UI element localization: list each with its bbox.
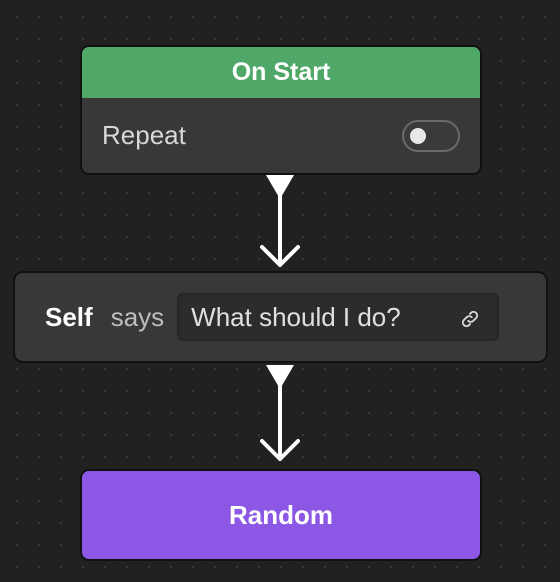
repeat-label: Repeat [102, 120, 186, 150]
repeat-toggle[interactable] [402, 119, 460, 152]
random-node[interactable]: Random [80, 469, 482, 561]
arrow-down-icon[interactable] [250, 173, 310, 273]
on-start-header[interactable]: On Start [82, 47, 480, 98]
toggle-knob [410, 127, 426, 144]
on-start-body: Repeat [82, 98, 480, 173]
arrow-down-icon[interactable] [250, 363, 310, 463]
link-icon[interactable] [459, 308, 481, 330]
say-verb: says [110, 301, 165, 332]
on-start-node[interactable]: On Start Repeat [80, 45, 482, 175]
say-node[interactable]: Self says What should I do? [13, 271, 548, 363]
on-start-title: On Start [231, 58, 331, 86]
say-message-input[interactable]: What should I do? [177, 293, 500, 341]
random-label: Random [229, 499, 333, 530]
say-message-text: What should I do? [191, 301, 401, 332]
say-subject[interactable]: Self [45, 302, 93, 333]
flow-canvas[interactable]: On Start Repeat Self says What should I … [0, 0, 560, 582]
